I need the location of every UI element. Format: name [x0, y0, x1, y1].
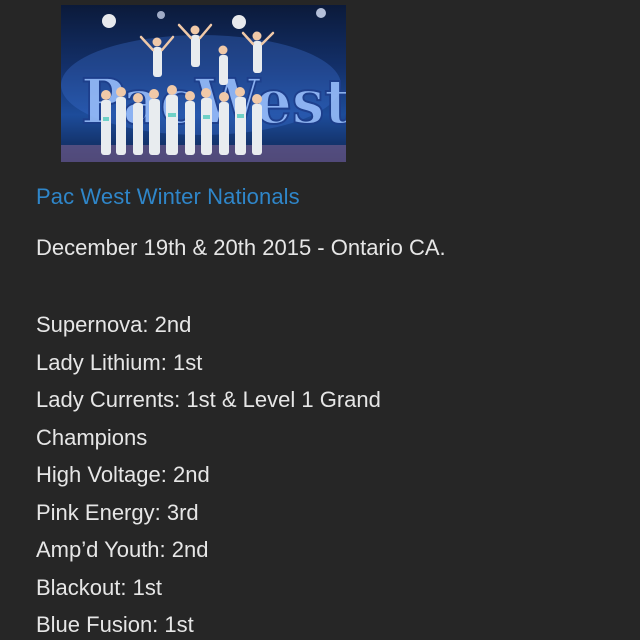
result-item: Pink Energy: 3rd [36, 499, 199, 525]
result-item: Lady Currents: 1st & Level 1 Grand [36, 387, 381, 412]
results-list: Supernova: 2nd Lady Lithium: 1st Lady Cu… [36, 306, 596, 640]
event-photo: PacWest [61, 5, 346, 162]
post-page: PacWest Pac West Winter Nationals Decemb… [0, 0, 640, 640]
result-item: Lady Lithium: 1st [36, 349, 203, 375]
result-item: Champions [36, 424, 148, 450]
result-item: Blue Fusion: 1st [36, 612, 194, 637]
result-item: Supernova: 2nd [36, 312, 192, 337]
result-item: High Voltage: 2nd [36, 462, 210, 487]
result-item: Blackout: 1st [36, 574, 162, 600]
event-date: December 19th & 20th 2015 - Ontario CA. [36, 235, 446, 260]
result-item: Amp’d Youth: 2nd [36, 537, 209, 562]
event-title-link[interactable]: Pac West Winter Nationals [36, 184, 300, 210]
